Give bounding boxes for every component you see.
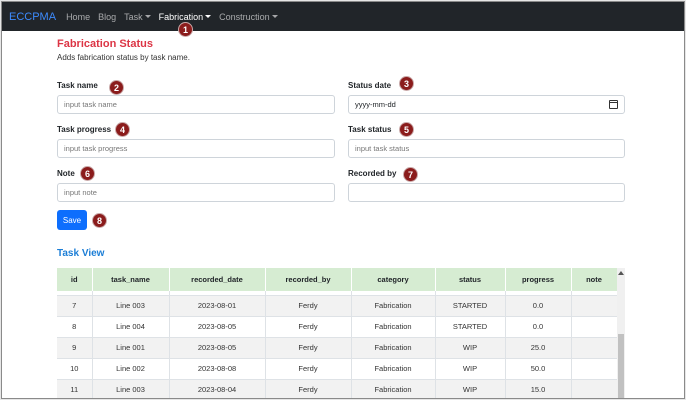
table-cell-progress: 0.0 xyxy=(505,295,572,317)
annotation-badge-8: 8 xyxy=(92,213,107,228)
table-cell-note xyxy=(571,358,618,380)
task-progress-input[interactable]: input task progress xyxy=(57,139,335,158)
table-cell-recorded-date: 2023-08-05 xyxy=(169,337,266,359)
table-cell-status: STARTED xyxy=(435,316,506,338)
recorded-by-input[interactable] xyxy=(348,183,625,202)
nav-home[interactable]: Home xyxy=(66,12,90,22)
task-view-table: id task_name recorded_date recorded_by c… xyxy=(57,268,618,398)
page-subtitle: Adds fabrication status by task name. xyxy=(57,53,190,62)
annotation-badge-2: 2 xyxy=(109,80,124,95)
table-cell-progress: 50.0 xyxy=(505,358,572,380)
table-cell-recorded-by: Ferdy xyxy=(265,295,352,317)
save-button[interactable]: Save xyxy=(57,210,87,230)
note-input[interactable]: input note xyxy=(57,183,335,202)
table-cell-recorded-date: 2023-08-01 xyxy=(169,295,266,317)
nav-fabrication-dropdown[interactable]: Fabrication xyxy=(159,12,212,22)
table-cell-id: 11 xyxy=(57,379,93,398)
table-cell-category: Fabrication xyxy=(351,316,436,338)
table-cell-progress: 15.0 xyxy=(505,379,572,398)
column-header-recorded-by[interactable]: recorded_by xyxy=(265,268,352,291)
nav-construction-dropdown[interactable]: Construction xyxy=(219,12,278,22)
table-cell-recorded-by: Ferdy xyxy=(265,337,352,359)
table-cell-progress: 25.0 xyxy=(505,337,572,359)
column-header-task-name[interactable]: task_name xyxy=(92,268,170,291)
annotation-badge-3: 3 xyxy=(399,76,414,91)
table-vertical-scrollbar[interactable] xyxy=(617,268,625,398)
table-row[interactable]: 7 Line 003 2023-08-01 Ferdy Fabrication START… xyxy=(57,295,618,317)
table-cell-status: STARTED xyxy=(435,295,506,317)
status-date-input[interactable]: yyyy-mm-dd xyxy=(348,95,625,114)
column-header-recorded-date[interactable]: recorded_date xyxy=(169,268,266,291)
table-cell-id: 9 xyxy=(57,337,93,359)
column-header-note[interactable]: note xyxy=(571,268,618,291)
nav-blog[interactable]: Blog xyxy=(98,12,116,22)
chevron-down-icon xyxy=(144,15,151,18)
column-header-id[interactable]: id xyxy=(57,268,93,291)
table-cell-status: WIP xyxy=(435,337,506,359)
table-cell-recorded-by: Ferdy xyxy=(265,358,352,380)
table-cell-recorded-date: 2023-08-08 xyxy=(169,358,266,380)
scroll-up-arrow-icon[interactable] xyxy=(618,271,624,275)
table-cell-note xyxy=(571,379,618,398)
table-cell-category: Fabrication xyxy=(351,295,436,317)
table-cell-note xyxy=(571,316,618,338)
annotation-badge-1: 1 xyxy=(178,22,193,37)
table-cell-task-name: Line 003 xyxy=(92,379,170,398)
column-header-progress[interactable]: progress xyxy=(505,268,572,291)
table-cell-recorded-by: Ferdy xyxy=(265,379,352,398)
calendar-icon[interactable] xyxy=(609,100,618,109)
page-title: Fabrication Status xyxy=(57,38,153,50)
column-header-status[interactable]: status xyxy=(435,268,506,291)
table-cell-status: WIP xyxy=(435,379,506,398)
table-row[interactable]: 9 Line 001 2023-08-05 Ferdy Fabrication WIP 25… xyxy=(57,337,618,359)
table-cell-id: 8 xyxy=(57,316,93,338)
table-cell-task-name: Line 004 xyxy=(92,316,170,338)
table-cell-task-name: Line 001 xyxy=(92,337,170,359)
annotation-badge-4: 4 xyxy=(115,122,130,137)
table-row[interactable]: 10 Line 002 2023-08-08 Ferdy Fabrication WIP 5… xyxy=(57,358,618,380)
task-status-label: Task status xyxy=(348,125,392,134)
chevron-down-icon xyxy=(205,15,212,18)
column-header-category[interactable]: category xyxy=(351,268,436,291)
task-name-input[interactable]: input task name xyxy=(57,95,335,114)
table-cell-category: Fabrication xyxy=(351,337,436,359)
task-view-title: Task View xyxy=(57,248,105,259)
chevron-down-icon xyxy=(271,15,278,18)
app-window: ECCPMA Home Blog Task Fabrication Constr… xyxy=(1,1,685,399)
table-cell-category: Fabrication xyxy=(351,358,436,380)
table-cell-status: WIP xyxy=(435,358,506,380)
table-cell-recorded-date: 2023-08-04 xyxy=(169,379,266,398)
table-cell-task-name: Line 003 xyxy=(92,295,170,317)
note-label: Note xyxy=(57,169,75,178)
annotation-badge-5: 5 xyxy=(399,122,414,137)
table-cell-recorded-date: 2023-08-05 xyxy=(169,316,266,338)
table-cell-category: Fabrication xyxy=(351,379,436,398)
table-row[interactable]: 11 Line 003 2023-08-04 Ferdy Fabrication WIP 1… xyxy=(57,379,618,398)
task-view-table-container[interactable]: id task_name recorded_date recorded_by c… xyxy=(57,268,625,398)
table-cell-progress: 0.0 xyxy=(505,316,572,338)
annotation-badge-7: 7 xyxy=(403,167,418,182)
recorded-by-label: Recorded by xyxy=(348,169,397,178)
table-cell-id: 10 xyxy=(57,358,93,380)
task-name-label: Task name xyxy=(57,81,98,90)
brand-logo[interactable]: ECCPMA xyxy=(9,11,56,23)
nav-task-dropdown[interactable]: Task xyxy=(124,12,151,22)
task-status-input[interactable]: input task status xyxy=(348,139,625,158)
scrollbar-thumb[interactable] xyxy=(618,334,624,398)
table-cell-task-name: Line 002 xyxy=(92,358,170,380)
table-cell-note xyxy=(571,295,618,317)
table-header-row: id task_name recorded_date recorded_by c… xyxy=(57,268,618,291)
annotation-badge-6: 6 xyxy=(80,166,95,181)
table-row[interactable]: 8 Line 004 2023-08-05 Ferdy Fabrication START… xyxy=(57,316,618,338)
table-cell-note xyxy=(571,337,618,359)
status-date-label: Status date xyxy=(348,81,392,90)
task-progress-label: Task progress xyxy=(57,125,112,134)
table-cell-recorded-by: Ferdy xyxy=(265,316,352,338)
top-navbar: ECCPMA Home Blog Task Fabrication Constr… xyxy=(2,2,684,31)
table-cell-id: 7 xyxy=(57,295,93,317)
